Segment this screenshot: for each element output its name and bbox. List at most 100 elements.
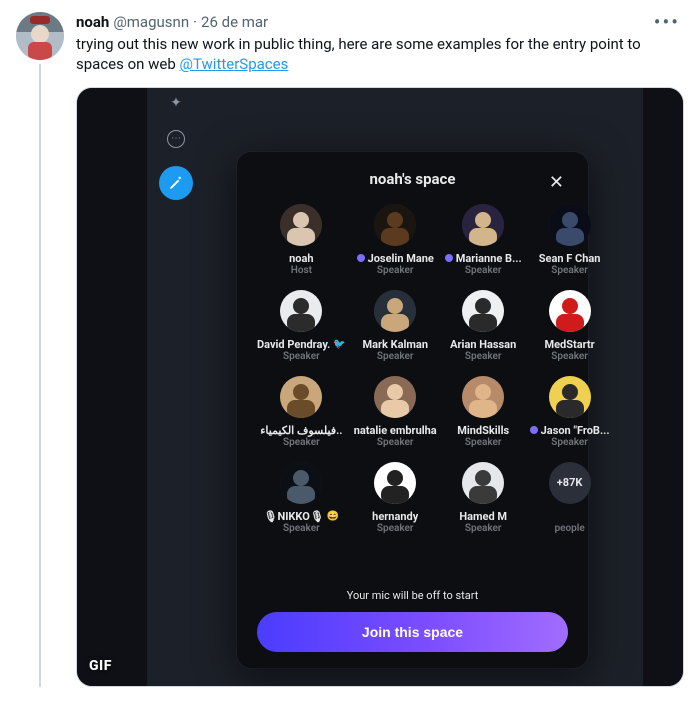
gif-compose-area: ✦ ⋯ noah's space ✕ noahHost: [147, 88, 643, 686]
participant-emoji-icon: 🐦: [333, 339, 345, 350]
avatar-placeholder-icon: [549, 204, 591, 246]
participant-role: Speaker: [465, 351, 502, 362]
tweet-text: trying out this new work in public thing…: [76, 34, 684, 75]
participant-cell[interactable]: Joselin ManeSpeaker: [354, 204, 437, 276]
avatar-placeholder-icon: [462, 204, 504, 246]
participant-name: 🎙NIKKO🎙😄: [263, 510, 339, 523]
participant-cell[interactable]: MindSkillsSpeaker: [445, 376, 522, 448]
participant-cell[interactable]: David Pendray.🐦Speaker: [257, 290, 346, 362]
participant-name-text: Arian Hassan: [450, 338, 516, 351]
overflow-count-chip: +87K: [549, 462, 591, 504]
avatar-placeholder-icon: [280, 290, 322, 332]
avatar-placeholder-icon: [280, 462, 322, 504]
participant-avatar: [374, 376, 416, 418]
participant-role: Speaker: [283, 437, 320, 448]
participant-avatar: [462, 462, 504, 504]
participant-role: Speaker: [551, 351, 588, 362]
participant-name: MindSkills: [457, 424, 509, 437]
participant-name: Mark Kalman: [362, 338, 428, 351]
mention-link[interactable]: @TwitterSpaces: [180, 55, 289, 73]
join-space-button[interactable]: Join this space: [257, 612, 568, 652]
thread-line: [39, 64, 41, 687]
speaker-dot-icon: [530, 426, 538, 434]
participant-name-text: Joselin Mane: [368, 252, 434, 265]
participant-role: Speaker: [377, 351, 414, 362]
participant-cell[interactable]: MedStartrSpeaker: [530, 290, 610, 362]
tweet-author-block: noah @magusnn · 26 de mar: [76, 13, 268, 31]
participant-cell[interactable]: فيلسوف الكيمياء..Speaker: [257, 376, 346, 448]
participant-avatar: [462, 290, 504, 332]
author-avatar[interactable]: [16, 12, 64, 60]
participant-role: Speaker: [465, 523, 502, 534]
participant-role: Speaker: [377, 265, 414, 276]
separator: ·: [193, 13, 197, 31]
participant-name-text: noah: [289, 252, 313, 265]
participant-name: Marianne B...: [445, 252, 522, 265]
participant-avatar: [374, 204, 416, 246]
participant-name: natalie embrulha: [354, 424, 437, 437]
compose-bar: ✦ ⋯: [159, 94, 193, 200]
display-name[interactable]: noah: [76, 13, 109, 31]
participant-role: Speaker: [551, 437, 588, 448]
participant-role: Speaker: [465, 437, 502, 448]
handle[interactable]: @magusnn: [113, 13, 189, 31]
media-card[interactable]: ✦ ⋯ noah's space ✕ noahHost: [76, 87, 684, 687]
participant-avatar: [462, 376, 504, 418]
participant-overflow-cell[interactable]: +87K.people: [530, 462, 610, 534]
participant-name: Hamed M: [459, 510, 507, 523]
participant-cell[interactable]: Marianne B...Speaker: [445, 204, 522, 276]
participant-cell[interactable]: Arian HassanSpeaker: [445, 290, 522, 362]
participant-cell[interactable]: 🎙NIKKO🎙😄Speaker: [257, 462, 346, 534]
tweet-left-rail: [16, 12, 64, 687]
avatar-placeholder-icon: [462, 462, 504, 504]
tweet-date[interactable]: 26 de mar: [201, 13, 268, 31]
participant-cell[interactable]: hernandySpeaker: [354, 462, 437, 534]
participant-cell[interactable]: Mark KalmanSpeaker: [354, 290, 437, 362]
participant-avatar: [549, 290, 591, 332]
participant-role: Speaker: [283, 351, 320, 362]
tweet-main: noah @magusnn · 26 de mar ••• trying out…: [76, 12, 684, 687]
participant-cell[interactable]: natalie embrulhaSpeaker: [354, 376, 437, 448]
participant-name: David Pendray.🐦: [257, 338, 346, 351]
participant-name-text: hernandy: [372, 510, 418, 523]
participant-name-text: natalie embrulha: [354, 424, 437, 437]
participant-name: hernandy: [372, 510, 418, 523]
close-button[interactable]: ✕: [545, 168, 568, 197]
overflow-role: people: [554, 523, 584, 534]
participant-role: Speaker: [377, 437, 414, 448]
avatar-placeholder-icon: [462, 376, 504, 418]
spaces-modal: noah's space ✕ noahHost Joselin ManeSpea…: [237, 152, 588, 668]
participant-name-text: Marianne B...: [456, 252, 522, 265]
participant-cell[interactable]: Jason "FroB...Speaker: [530, 376, 610, 448]
participant-avatar: [280, 376, 322, 418]
avatar-placeholder-icon: [280, 204, 322, 246]
participant-cell[interactable]: noahHost: [257, 204, 346, 276]
more-icon[interactable]: •••: [650, 12, 684, 32]
gif-right-strip: [643, 88, 683, 686]
participant-name-text: Sean F Chan: [539, 252, 601, 265]
tweet: noah @magusnn · 26 de mar ••• trying out…: [0, 0, 700, 691]
participant-cell[interactable]: Sean F ChanSpeaker: [530, 204, 610, 276]
avatar-placeholder-icon: [374, 376, 416, 418]
modal-title: noah's space: [370, 170, 456, 188]
participant-name: Arian Hassan: [450, 338, 516, 351]
tweet-header: noah @magusnn · 26 de mar •••: [76, 12, 684, 32]
speaker-dot-icon: [357, 254, 365, 262]
sparkle-icon: ✦: [167, 94, 185, 112]
avatar-placeholder-icon: [280, 376, 322, 418]
avatar-placeholder-icon: [16, 12, 64, 60]
participant-role: Host: [291, 265, 312, 276]
participant-name: Sean F Chan: [539, 252, 601, 265]
participant-name-text: Jason "FroB...: [541, 424, 610, 437]
participant-emoji-icon: 😄: [327, 511, 339, 522]
gif-stage: ✦ ⋯ noah's space ✕ noahHost: [77, 88, 683, 686]
participant-avatar: [374, 290, 416, 332]
speaker-dot-icon: [445, 254, 453, 262]
participant-avatar: [549, 376, 591, 418]
participant-avatar: [280, 204, 322, 246]
avatar-placeholder-icon: [549, 290, 591, 332]
compose-fab[interactable]: [159, 166, 193, 200]
avatar-placeholder-icon: [374, 462, 416, 504]
participant-name: Jason "FroB...: [530, 424, 610, 437]
participant-cell[interactable]: Hamed MSpeaker: [445, 462, 522, 534]
